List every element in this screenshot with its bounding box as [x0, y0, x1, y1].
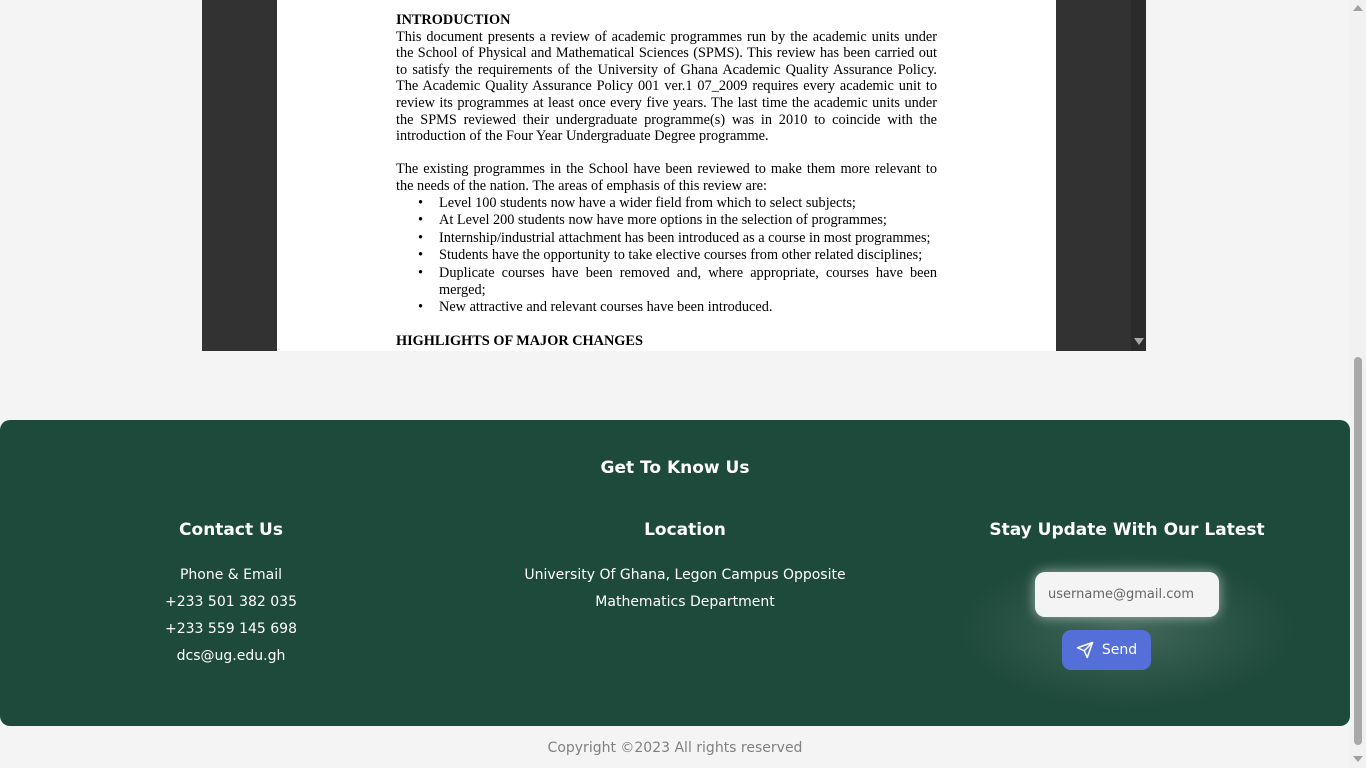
contact-section: Contact Us Phone & Email +233 501 382 03… [81, 520, 381, 670]
contact-phone-2: +233 559 145 698 [165, 621, 297, 637]
pdf-viewer[interactable]: INTRODUCTION This document presents a re… [202, 0, 1146, 351]
emphasis-list: • Level 100 students now have a wider fie… [396, 195, 937, 316]
location-section: Location University Of Ghana, Legon Camp… [485, 520, 885, 616]
bullet-icon: • [418, 194, 424, 211]
newsletter-section: Stay Update With Our Latest [977, 520, 1277, 562]
list-item: • New attractive and relevant courses hav… [418, 299, 773, 316]
page-scrollbar[interactable] [1350, 0, 1366, 768]
intro-heading: INTRODUCTION [396, 12, 511, 28]
list-item: • Students have the opportunity to take e… [418, 247, 923, 264]
scroll-down-arrow-icon[interactable] [1353, 756, 1363, 762]
emphasis-paragraph: The existing programmes in the School ha… [396, 161, 937, 194]
intro-paragraph: This document presents a review of acade… [396, 28, 937, 145]
copyright-text: Copyright ©2023 All rights reserved [547, 740, 803, 756]
pdf-page: INTRODUCTION This document presents a re… [277, 0, 1056, 351]
list-item: • Internship/industrial attachment has be… [418, 229, 931, 246]
bullet-icon: • [418, 212, 424, 229]
scrollbar-thumb[interactable] [1354, 357, 1362, 745]
send-button-label: Send [1101, 642, 1138, 658]
pdf-text-content: INTRODUCTION This document presents a re… [396, 12, 937, 350]
newsletter-email-input[interactable] [1035, 572, 1219, 617]
bullet-icon: • [418, 229, 424, 246]
contact-email: dcs@ug.edu.gh [176, 648, 286, 664]
bullet-icon: • [418, 299, 424, 316]
list-item: • Duplicate courses have been removed and… [418, 264, 937, 298]
contact-line: Phone & Email [179, 567, 283, 583]
newsletter-title: Stay Update With Our Latest [989, 520, 1265, 540]
list-item: • At Level 200 students now have more opt… [418, 212, 887, 229]
bullet-icon: • [418, 264, 424, 281]
location-line: Mathematics Department [595, 594, 775, 610]
footer-heading: Get To Know Us [600, 458, 750, 478]
send-button[interactable]: Send [1062, 630, 1151, 670]
scroll-up-arrow-icon[interactable] [1353, 5, 1363, 11]
send-icon [1076, 641, 1094, 659]
list-item: • Level 100 students now have a wider fie… [418, 194, 856, 211]
contact-title: Contact Us [179, 520, 283, 540]
scroll-down-arrow-icon[interactable] [1134, 338, 1144, 345]
location-line: University Of Ghana, Legon Campus Opposi… [524, 567, 846, 583]
bullet-icon: • [418, 247, 424, 264]
highlights-heading: HIGHLIGHTS OF MAJOR CHANGES [396, 333, 643, 350]
contact-phone-1: +233 501 382 035 [165, 594, 297, 610]
viewer-scrollbar[interactable] [1131, 0, 1146, 351]
location-title: Location [644, 520, 726, 540]
